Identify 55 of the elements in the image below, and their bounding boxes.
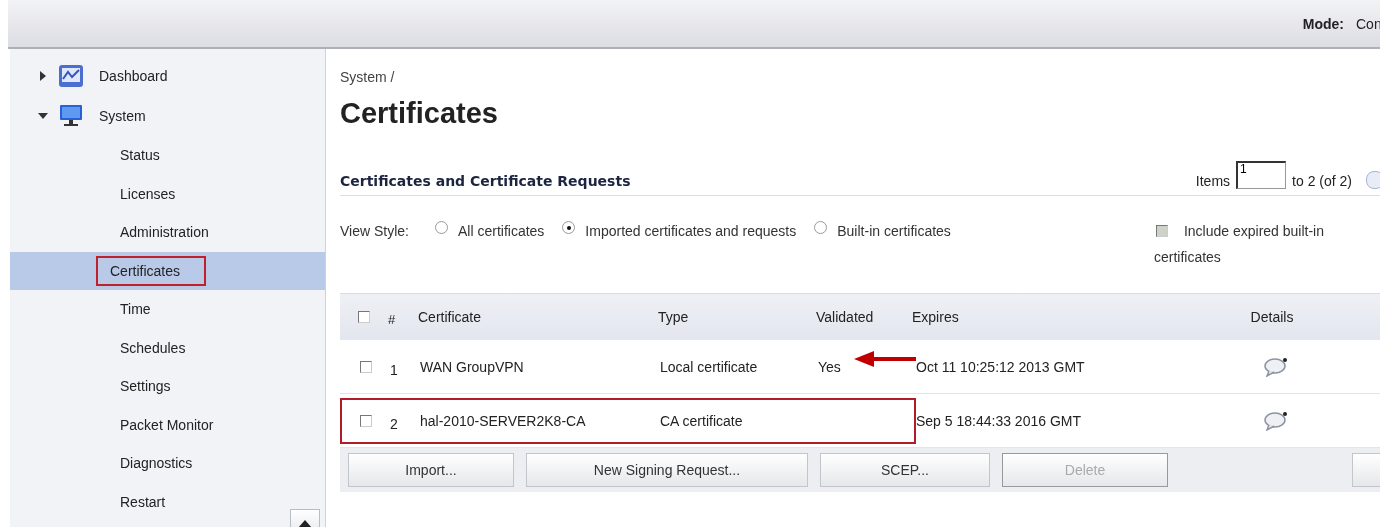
sidebar-item[interactable]: Licenses [10, 174, 325, 213]
sidebar-item[interactable]: Schedules [10, 328, 325, 367]
sidebar-item[interactable]: Certificates [10, 251, 325, 290]
table-cell-text: hal-2010-SERVER2K8-CA [420, 412, 587, 429]
page-title: Certificates [340, 97, 499, 130]
sidebar-group[interactable]: System [99, 108, 146, 124]
up-arrow-icon [298, 520, 312, 527]
collapse-arrow-icon[interactable] [38, 111, 48, 121]
row-checkbox[interactable] [360, 414, 372, 427]
items-input[interactable]: 1 [1236, 161, 1287, 189]
sidebar-item[interactable]: Diagnostics [10, 444, 325, 483]
sidebar-item[interactable]: Administration [10, 213, 325, 252]
section-title: Certificates and Certificate Requests [340, 173, 631, 189]
table-cell-text: Local certificate [660, 358, 759, 375]
monitor-icon [58, 104, 84, 128]
column-header: Details [1249, 309, 1295, 325]
radio-label[interactable]: Imported certificates and requests [585, 223, 797, 239]
column-header: Type [658, 309, 690, 325]
sidebar-item[interactable]: Restart [10, 482, 325, 521]
radio-label[interactable]: All certificates [458, 223, 545, 239]
sidebar-item[interactable]: Packet Monitor [10, 405, 325, 444]
column-header: Validated [816, 309, 875, 325]
action-button[interactable]: SCEP... [820, 453, 990, 487]
table-cell-text: 1 [390, 361, 399, 378]
action-button[interactable]: Import... [348, 453, 514, 487]
chart-icon [58, 64, 84, 88]
action-button[interactable]: New Signing Request... [526, 453, 808, 487]
sidebar-item[interactable]: Time [10, 290, 325, 329]
mode-value: Con [1356, 15, 1380, 32]
radio-button[interactable] [435, 221, 448, 234]
sidebar-item[interactable]: Status [10, 136, 325, 175]
table-cell-text: Sep 5 18:44:33 2016 GMT [916, 412, 1082, 429]
items-range: to 2 (of 2) [1292, 173, 1352, 189]
items-label: Items [1195, 173, 1231, 189]
row-checkbox[interactable] [360, 360, 372, 373]
expand-arrow-icon[interactable] [38, 71, 48, 81]
mode-label: Mode: [1302, 15, 1344, 32]
radio-button[interactable] [814, 221, 828, 234]
speech-bubble-icon[interactable] [1264, 410, 1288, 431]
breadcrumb: System / [340, 69, 396, 85]
sidebar-group[interactable]: Dashboard [99, 68, 168, 84]
table-cell-text: WAN GroupVPN [420, 358, 525, 375]
sidebar-item[interactable]: Settings [10, 367, 325, 406]
table-cell: Yes [818, 358, 841, 375]
radio-button[interactable] [562, 221, 576, 234]
table-cell-text: CA certificate [660, 412, 744, 429]
column-header: Certificate [418, 309, 483, 325]
table-cell-text: 2 [390, 415, 399, 432]
speech-bubble-icon[interactable] [1264, 356, 1288, 377]
radio-label[interactable]: Built-in certificates [837, 223, 951, 239]
view-style-label: View Style: [340, 223, 409, 239]
select-all-checkbox[interactable] [358, 311, 370, 323]
table-cell-text: Oct 11 10:25:12 2013 GMT [916, 358, 1086, 375]
column-header: # [388, 311, 397, 327]
column-header: Expires [912, 309, 960, 325]
